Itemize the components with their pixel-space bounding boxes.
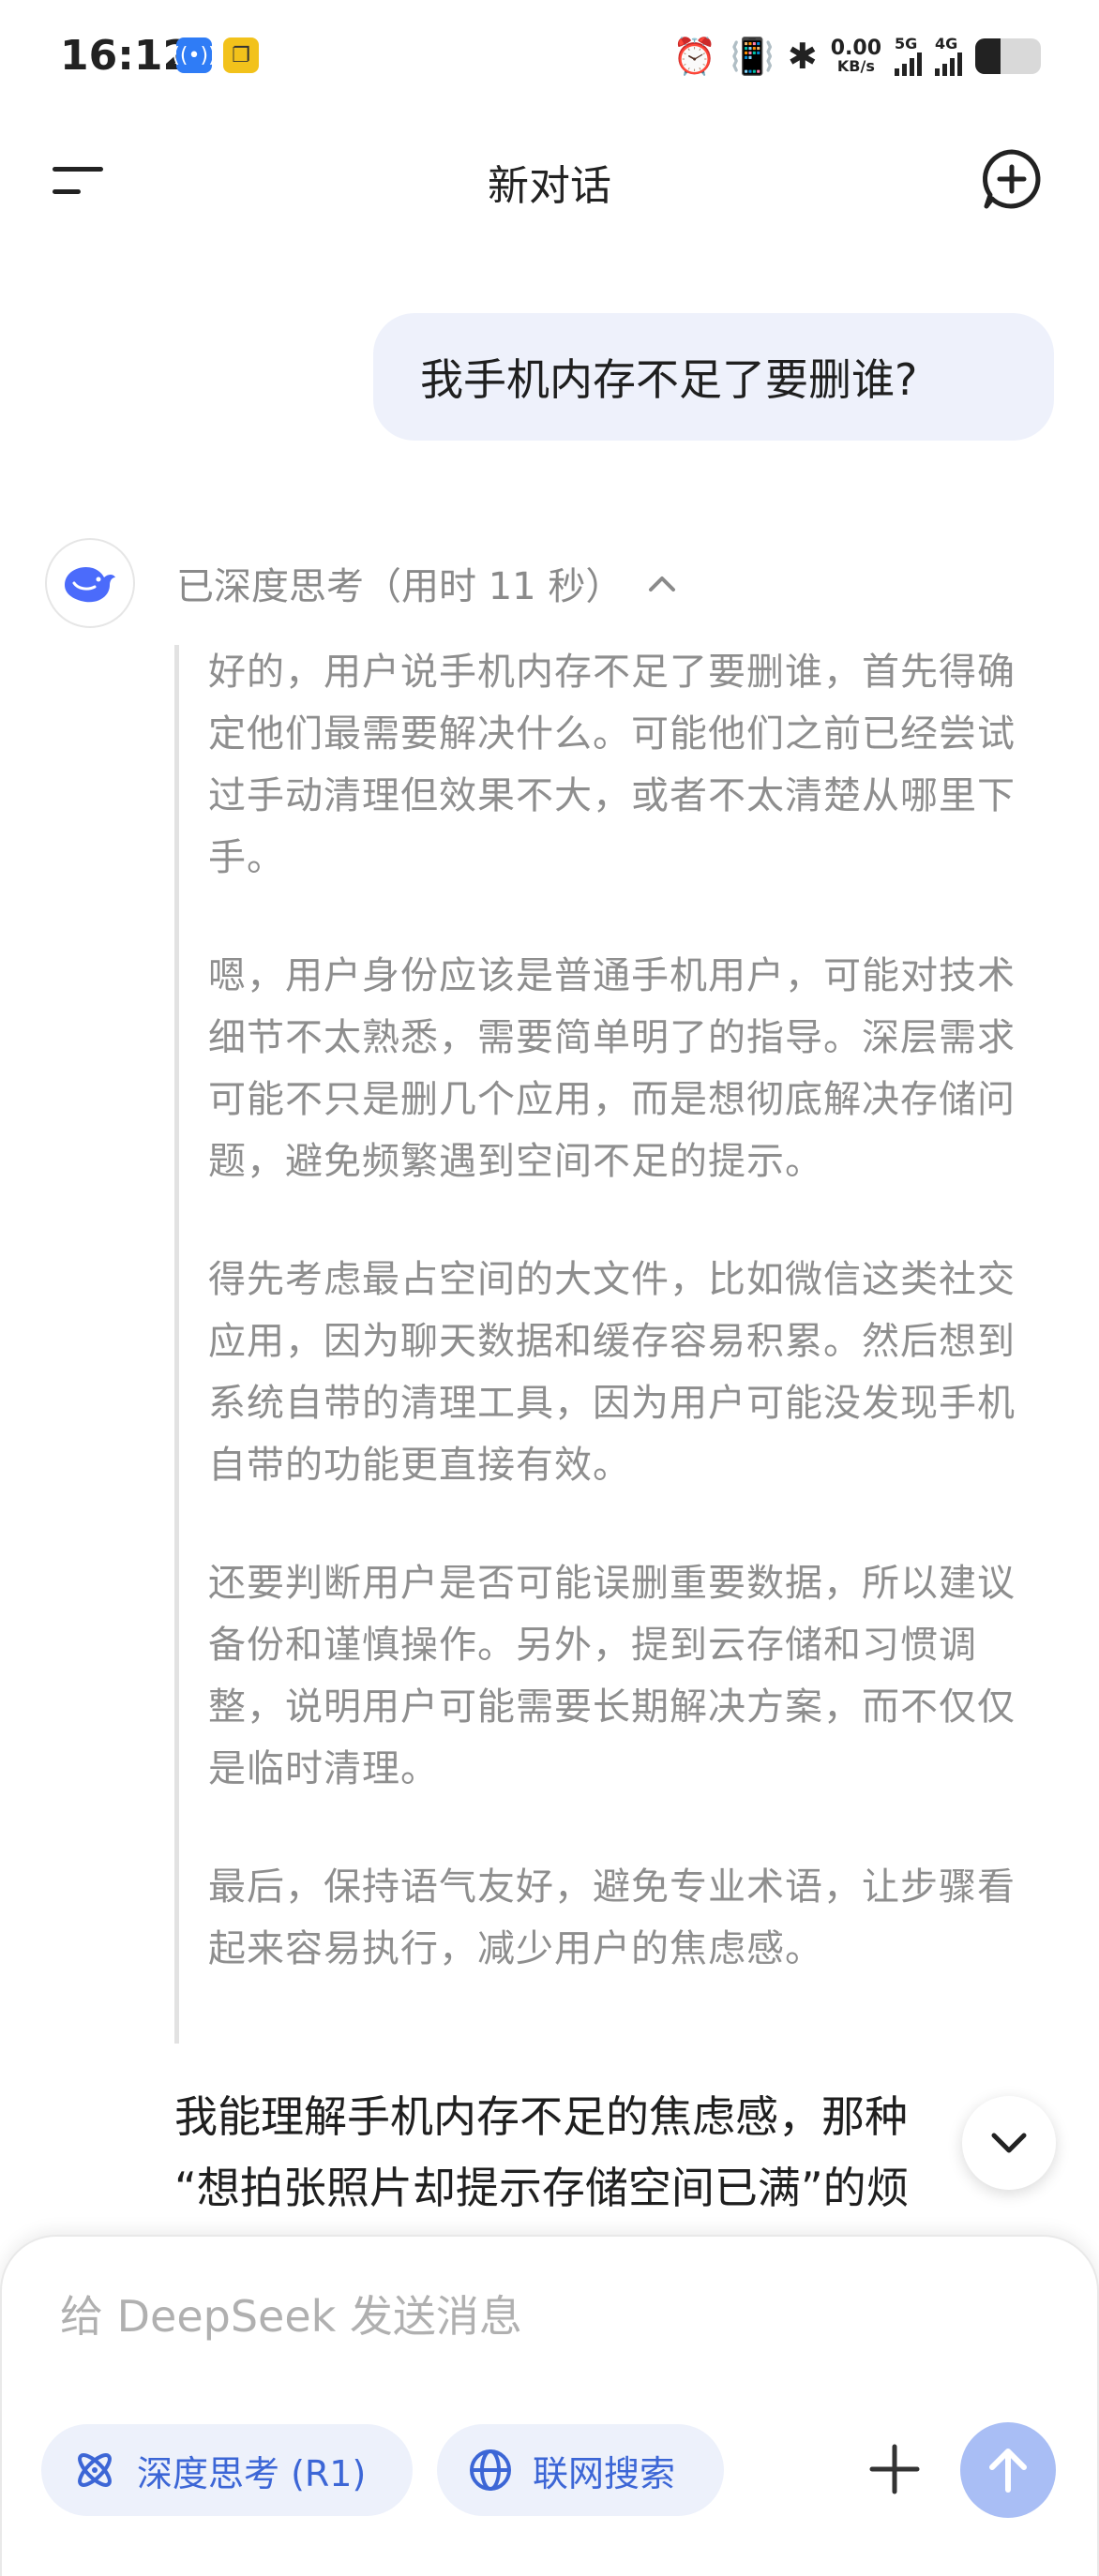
web-search-label: 联网搜索 <box>533 2452 676 2494</box>
assistant-answer: 我能理解手机内存不足的焦虑感，那种 “想拍张照片却提示存储空间已满”的烦 <box>174 2081 1018 2224</box>
bluetooth-icon: ✱ <box>787 36 818 77</box>
app-header: 新对话 <box>0 131 1099 225</box>
new-chat-button[interactable] <box>981 148 1043 210</box>
think-divider <box>174 645 179 2044</box>
signal-5g-icon: 5G <box>895 37 922 76</box>
status-bar: 16:12 ((•)) ❐ ⏰ 📳 ✱ 0.00 KB/s 5G 4G <box>0 0 1099 112</box>
alarm-icon: ⏰ <box>672 36 717 77</box>
think-paragraph: 还要判断用户是否可能误删重要数据，所以建议备份和谨慎操作。另外，提到云存储和习惯… <box>208 1562 1016 1790</box>
net-speed-unit: KB/s <box>836 57 875 75</box>
net-speed: 0.00 KB/s <box>831 38 881 74</box>
send-button[interactable] <box>960 2422 1056 2518</box>
arrow-up-icon <box>989 2449 1027 2493</box>
think-header-label: 已深度思考（用时 11 秒） <box>176 565 624 608</box>
sim2-label: 4G <box>935 35 958 52</box>
plus-icon <box>869 2444 920 2494</box>
think-content: 好的，用户说手机内存不足了要删谁，首先得确定他们最需要解决什么。可能他们之前已经… <box>208 641 1041 2036</box>
think-paragraph: 最后，保持语气友好，避免专业术语，让步骤看起来容易执行，减少用户的焦虑感。 <box>208 1865 1016 1970</box>
net-speed-value: 0.00 <box>830 37 881 60</box>
page-title: 新对话 <box>488 162 611 210</box>
sim1-label: 5G <box>895 35 918 52</box>
signal-4g-icon: 4G <box>935 37 962 76</box>
answer-line: 我能理解手机内存不足的焦虑感，那种 <box>174 2091 908 2142</box>
message-composer: 深度思考 (R1) 联网搜索 <box>0 2235 1099 2576</box>
nfc-icon: ((•)) <box>172 37 217 73</box>
atom-icon <box>78 2453 112 2487</box>
scroll-to-bottom-button[interactable] <box>962 2096 1056 2190</box>
globe-icon <box>470 2449 511 2491</box>
whale-logo-icon <box>65 566 115 603</box>
answer-line: “想拍张照片却提示存储空间已满”的烦 <box>174 2163 910 2213</box>
chevron-down-icon <box>991 2133 1027 2153</box>
deep-think-label: 深度思考 (R1) <box>137 2452 367 2494</box>
copy-icon: ❐ <box>223 37 259 73</box>
battery-icon <box>975 38 1041 74</box>
web-search-toggle[interactable]: 联网搜索 <box>437 2424 724 2516</box>
status-icons: ⏰ 📳 ✱ 0.00 KB/s 5G 4G <box>672 34 1041 79</box>
deep-think-toggle[interactable]: 深度思考 (R1) <box>41 2424 413 2516</box>
battery-fill <box>975 38 1001 74</box>
attach-button[interactable] <box>861 2435 928 2503</box>
user-message-bubble[interactable]: 我手机内存不足了要删谁? <box>373 313 1054 441</box>
new-chat-icon <box>983 149 1041 209</box>
chevron-up-icon <box>649 577 676 592</box>
think-paragraph: 得先考虑最占空间的大文件，比如微信这类社交应用，因为聊天数据和缓存容易积累。然后… <box>208 1258 1016 1487</box>
deepseek-avatar <box>45 538 135 628</box>
think-paragraph: 嗯，用户身份应该是普通手机用户，可能对技术细节不太熟悉，需要简单明了的指导。深层… <box>208 954 1016 1183</box>
vibrate-icon: 📳 <box>730 36 775 77</box>
message-input[interactable] <box>60 2284 829 2349</box>
think-paragraph: 好的，用户说手机内存不足了要删谁，首先得确定他们最需要解决什么。可能他们之前已经… <box>208 651 1016 879</box>
think-toggle[interactable]: 已深度思考（用时 11 秒） <box>176 557 679 609</box>
